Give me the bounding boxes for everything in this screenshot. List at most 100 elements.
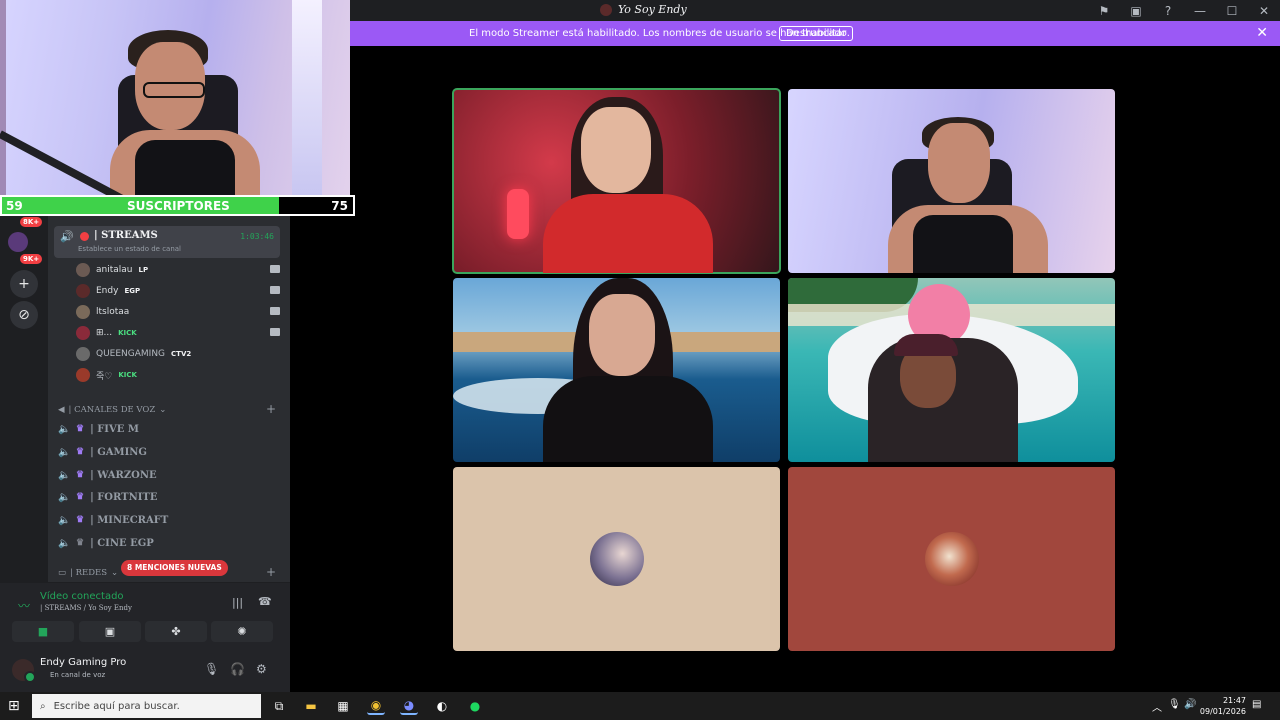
member-tag: KICK <box>118 371 137 379</box>
task-view-icon[interactable]: ⧉ <box>270 697 288 715</box>
video-tile[interactable] <box>452 88 781 274</box>
video-tile[interactable] <box>788 467 1115 651</box>
new-mentions-pill[interactable]: 8 MENCIONES NUEVAS <box>121 560 228 576</box>
member-name: ltslotaa <box>96 307 130 317</box>
signal-icon[interactable]: 〰 <box>18 597 30 614</box>
screen-share-button[interactable]: ▣ <box>79 621 141 642</box>
soundboard-icon: ✺ <box>237 625 247 638</box>
lava-lamp <box>507 189 529 239</box>
participant-body <box>543 194 713 273</box>
voice-member[interactable]: QUEENGAMING CTV2 <box>76 344 282 364</box>
obs-icon[interactable]: ◐ <box>433 697 451 715</box>
close-banner-icon[interactable]: ✕ <box>1256 25 1268 41</box>
microphone-icon[interactable]: 🎙 <box>204 662 219 676</box>
server-icon[interactable] <box>8 232 28 252</box>
avatar[interactable] <box>12 659 36 683</box>
user-status: En canal de voz <box>50 671 106 679</box>
streamer-webcam-overlay <box>0 0 350 196</box>
voice-member[interactable]: ⊞... KICK <box>76 323 282 343</box>
taskbar-search[interactable]: ⌕ Escribe aquí para buscar. <box>32 694 261 718</box>
maximize-icon[interactable]: ☐ <box>1216 4 1248 18</box>
search-icon: ⌕ <box>40 700 46 712</box>
channel-name: | FIVE M <box>90 423 139 435</box>
crown-icon: ♛ <box>76 515 85 525</box>
channel-name: | MINECRAFT <box>90 514 169 526</box>
voice-member[interactable]: ltslotaa <box>76 302 282 322</box>
avatar <box>76 305 90 319</box>
voice-member[interactable]: Endy EGP <box>76 281 282 301</box>
disable-streamer-mode-button[interactable]: Deshabilitar <box>779 26 854 41</box>
add-channel-icon[interactable]: + <box>266 565 276 579</box>
screen-share-icon: ▣ <box>104 625 116 638</box>
category-redes[interactable]: ▭ | REDES ⌄ <box>58 568 118 578</box>
activities-icon: ✤ <box>171 625 181 638</box>
category-voice[interactable]: ◀ | CANALES DE VOZ ⌄ <box>58 405 166 415</box>
participant-face <box>928 123 990 203</box>
channel-status[interactable]: Establece un estado de canal <box>78 245 181 253</box>
lamp-light <box>292 0 322 196</box>
crown-icon: ♛ <box>76 447 85 457</box>
voice-channel[interactable]: 🔈 ♛ | FIVE M <box>58 419 139 439</box>
voice-channel[interactable]: 🔈 ♛ | FORTNITE <box>58 487 157 507</box>
file-explorer-icon[interactable]: ▬ <box>302 697 320 715</box>
member-name: ⊞... <box>96 328 113 338</box>
speaker-icon: 🔈 <box>58 537 71 549</box>
member-name: 죽♡ <box>96 371 113 382</box>
streamer-mode-banner: El modo Streamer está habilitado. Los no… <box>350 21 1280 46</box>
voice-channel[interactable]: 🔈 ♛ | WARZONE <box>58 465 157 485</box>
avatar <box>76 347 90 361</box>
crown-icon: ♛ <box>76 470 85 480</box>
close-window-icon[interactable]: ✕ <box>1248 4 1280 18</box>
settings-gear-icon[interactable]: ⚙ <box>256 662 267 676</box>
member-tag: KICK <box>118 329 137 337</box>
screen-icon[interactable]: ▣ <box>1120 4 1152 18</box>
voice-channel[interactable]: 🔈 ♛ | CINE EGP <box>58 533 154 553</box>
inbox-flag-icon[interactable]: ⚑ <box>1088 4 1120 18</box>
connection-subtitle[interactable]: | STREAMS / Yo Soy Endy <box>40 604 132 612</box>
username[interactable]: Endy Gaming Pro <box>40 657 126 668</box>
add-server-icon[interactable]: + <box>10 270 38 298</box>
minimize-icon[interactable]: — <box>1184 4 1216 18</box>
speaker-icon: 🔈 <box>58 423 71 435</box>
chrome-icon[interactable]: ◉ <box>367 697 385 715</box>
store-icon[interactable]: ▦ <box>334 697 352 715</box>
microphone-icon[interactable]: 🎙 <box>1168 699 1181 710</box>
voice-channel[interactable]: 🔈 ♛ | GAMING <box>58 442 147 462</box>
voice-channel[interactable]: 🔈 ♛ | MINECRAFT <box>58 510 168 530</box>
explore-icon[interactable]: ⊘ <box>10 301 38 329</box>
member-name: anitalau <box>96 265 133 275</box>
discord-icon[interactable]: ◕ <box>400 697 418 715</box>
video-tile[interactable] <box>453 278 780 462</box>
speaker-icon: 🔈 <box>58 469 71 481</box>
clock-time: 21:47 <box>1222 696 1246 705</box>
voice-member[interactable]: 죽♡ KICK <box>76 365 282 385</box>
streamer-glasses <box>143 82 205 98</box>
spotify-icon[interactable]: ● <box>466 697 484 715</box>
taskbar-clock[interactable]: 21:47 09/01/2026 <box>1200 695 1246 717</box>
crown-icon: ♛ <box>76 424 85 434</box>
help-icon[interactable]: ? <box>1152 4 1184 18</box>
add-channel-icon[interactable]: + <box>266 402 276 416</box>
noise-suppression-icon[interactable]: ||| <box>232 596 243 609</box>
chevron-up-icon[interactable]: ︿ <box>1152 699 1162 714</box>
channel-name: | WARZONE <box>90 469 157 481</box>
participant-face <box>589 294 655 376</box>
soundboard-button[interactable]: ✺ <box>211 621 273 642</box>
camera-toggle-button[interactable]: ■ <box>12 621 74 642</box>
video-tile[interactable] <box>788 278 1115 462</box>
headphones-icon[interactable]: 🎧 <box>230 662 245 676</box>
volume-icon[interactable]: 🔊 <box>1184 699 1196 710</box>
active-voice-channel[interactable]: 🔊 | STREAMS Establece un estado de canal… <box>54 226 280 258</box>
voice-connection-panel: 〰 Vídeo conectado | STREAMS / Yo Soy End… <box>0 582 290 650</box>
voice-member[interactable]: anitalau LP <box>76 260 282 280</box>
disconnect-icon[interactable]: ☎ <box>258 595 272 608</box>
activities-button[interactable]: ✤ <box>145 621 207 642</box>
baseball-cap <box>894 334 958 356</box>
video-tile[interactable] <box>788 89 1115 273</box>
windows-start-icon[interactable]: ⊞ <box>8 698 20 714</box>
video-tile[interactable] <box>453 467 780 651</box>
unread-badge: 8K+ <box>20 217 43 227</box>
camera-icon <box>270 328 280 336</box>
notifications-icon[interactable]: ▤ <box>1252 699 1261 710</box>
member-tag: CTV2 <box>171 350 192 358</box>
